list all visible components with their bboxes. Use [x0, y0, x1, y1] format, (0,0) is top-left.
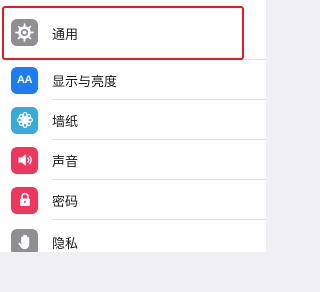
- settings-item-general[interactable]: 通用: [0, 0, 266, 60]
- display-brightness-icon: AA: [11, 66, 38, 94]
- settings-screen: 通用 AA 显示与亮度 墙纸 声音 密码 隐私: [0, 0, 266, 292]
- settings-item-passcode[interactable]: 密码: [0, 180, 266, 220]
- settings-item-label: 声音: [52, 154, 79, 170]
- settings-item-wallpaper[interactable]: 墙纸: [0, 100, 266, 140]
- settings-item-label: 显示与亮度: [52, 74, 118, 90]
- settings-item-label: 墙纸: [52, 114, 79, 130]
- settings-list-footer-gap: [0, 252, 266, 292]
- settings-item-sounds[interactable]: 声音: [0, 140, 266, 180]
- settings-item-label: 隐私: [52, 236, 79, 252]
- settings-list: 通用 AA 显示与亮度 墙纸 声音 密码 隐私: [0, 0, 266, 264]
- settings-item-display-brightness[interactable]: AA 显示与亮度: [0, 60, 266, 100]
- settings-item-label: 密码: [52, 194, 79, 210]
- lock-icon: [11, 186, 38, 214]
- wallpaper-flower-icon: [11, 106, 38, 134]
- display-icon-letters: AA: [17, 74, 32, 86]
- gear-icon: [11, 19, 38, 46]
- settings-item-label: 通用: [52, 28, 79, 43]
- speaker-icon: [11, 146, 38, 174]
